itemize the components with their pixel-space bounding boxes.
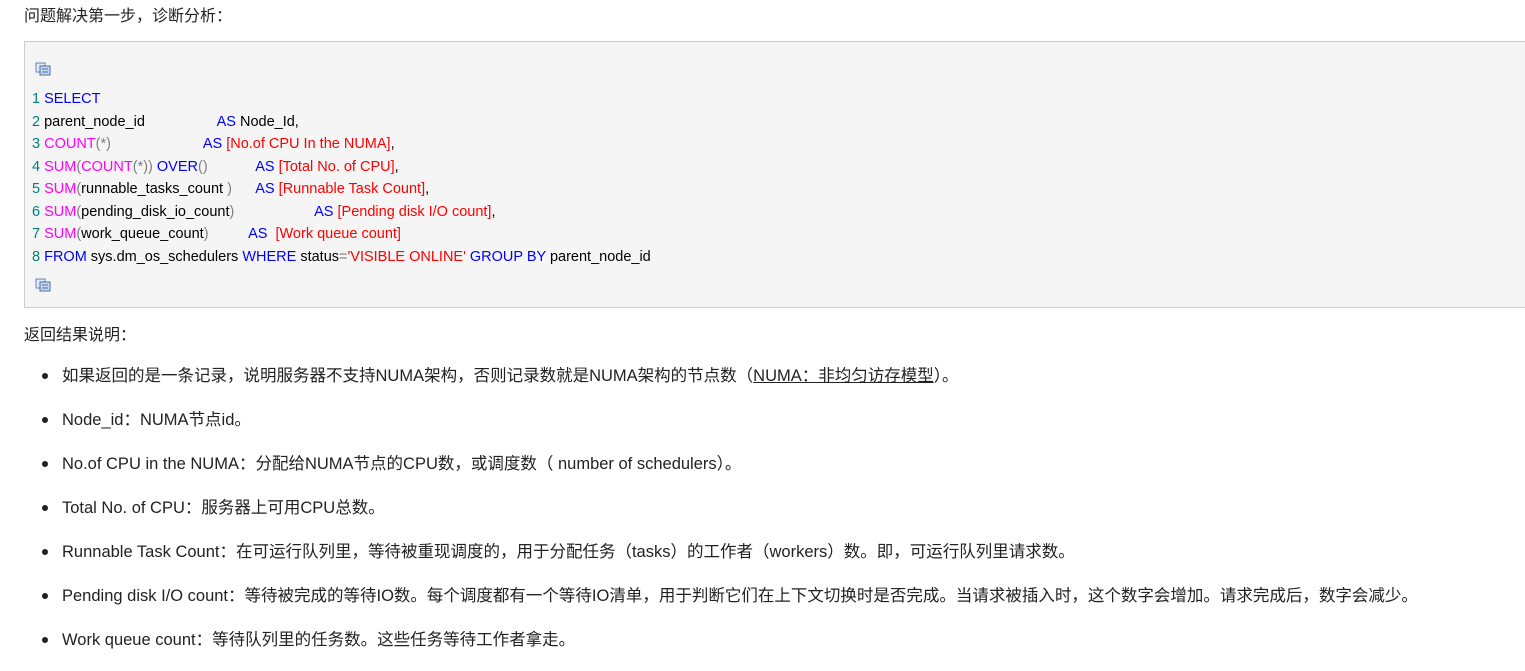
list-item-text: No.of CPU in the NUMA：分配给NUMA节点的CPU数，或调度… xyxy=(62,455,742,473)
code-token: runnable_tasks_count xyxy=(81,181,228,197)
code-token: Node_Id, xyxy=(235,113,299,130)
code-token: () xyxy=(198,158,208,175)
list-item-tail: ）。 xyxy=(933,367,959,385)
code-token: AS xyxy=(255,181,275,197)
code-token: SUM xyxy=(44,181,77,197)
list-item: Work queue count：等待队列里的任务数。这些任务等待工作者拿走。 xyxy=(40,627,1520,671)
code-line: 5 SUM(runnable_tasks_count ) AS [Runnabl… xyxy=(32,178,651,201)
code-token: SUM xyxy=(44,203,77,220)
list-item: 如果返回的是一条记录，说明服务器不支持NUMA架构，否则记录数就是NUMA架构的… xyxy=(40,363,1520,407)
code-block: 1 SELECT 2 parent_node_id AS Node_Id, 3 CO… xyxy=(24,41,1525,308)
code-line: 7 SUM(work_queue_count) AS [Work queue c… xyxy=(32,223,651,246)
numa-link[interactable]: NUMA：非均匀访存模型 xyxy=(753,367,934,385)
list-item-text: Node_id：NUMA节点id。 xyxy=(62,411,251,429)
code-token: OVER xyxy=(156,158,198,175)
results-list: 如果返回的是一条记录，说明服务器不支持NUMA架构，否则记录数就是NUMA架构的… xyxy=(40,363,1520,671)
code-line: 4 SUM(COUNT(*)) OVER() AS [Total No. of … xyxy=(32,156,651,179)
code-token: COUNT xyxy=(44,136,96,152)
bullet-dot-icon xyxy=(42,373,48,379)
results-title: 返回结果说明： xyxy=(24,327,137,344)
code-token: status xyxy=(296,248,340,265)
code-token: = xyxy=(339,248,348,265)
code-token: [Total No. of CPU] xyxy=(278,158,395,175)
code-token: AS xyxy=(216,113,236,130)
code-token: (*)) xyxy=(132,158,157,175)
code-token: [No.of CPU In the NUMA] xyxy=(226,136,391,152)
code-token: [Work queue count] xyxy=(275,226,401,242)
bullet-dot-icon xyxy=(42,593,48,599)
code-token: COUNT xyxy=(81,158,133,175)
code-line: 6 SUM(pending_disk_io_count) AS [Pending… xyxy=(32,201,651,224)
code-token: , xyxy=(425,181,430,197)
code-token: SUM xyxy=(44,226,77,242)
code-token: , xyxy=(390,136,395,152)
list-item: Pending disk I/O count：等待被完成的等待IO数。每个调度都… xyxy=(40,583,1520,627)
code-token: , xyxy=(394,158,399,175)
code-token: [Pending disk I/O count] xyxy=(337,203,492,220)
code-line: 3 COUNT(*) AS [No.of CPU In the NUMA], xyxy=(32,133,651,156)
code-listing: 1 SELECT 2 parent_node_id AS Node_Id, 3 CO… xyxy=(32,88,651,268)
copy-icon[interactable] xyxy=(35,62,51,76)
code-line: 8 FROM sys.dm_os_schedulers WHERE status… xyxy=(32,246,651,269)
list-item: Total No. of CPU：服务器上可用CPU总数。 xyxy=(40,495,1520,539)
code-token: AS xyxy=(248,226,268,242)
bullet-dot-icon xyxy=(42,505,48,511)
line-number: 5 xyxy=(32,181,45,197)
list-item-text: Pending disk I/O count：等待被完成的等待IO数。每个调度都… xyxy=(62,587,1418,605)
copy-icon[interactable] xyxy=(35,278,51,292)
code-token: , xyxy=(491,203,496,220)
intro-text: 问题解决第一步，诊断分析： xyxy=(24,8,233,25)
line-number: 4 xyxy=(32,158,45,175)
line-number: 3 xyxy=(32,136,45,152)
code-token: [Runnable Task Count] xyxy=(278,181,426,197)
bullet-dot-icon xyxy=(42,417,48,423)
code-line: 1 SELECT xyxy=(32,88,651,111)
list-item-text: Runnable Task Count：在可运行队列里，等待被重现调度的，用于分… xyxy=(62,543,1075,561)
line-number: 2 xyxy=(32,113,45,130)
code-token: parent_node_id xyxy=(44,113,217,130)
code-token: GROUP xyxy=(469,248,523,265)
list-item-text: Total No. of CPU：服务器上可用CPU总数。 xyxy=(62,499,385,517)
code-token: work_queue_count xyxy=(81,226,204,242)
code-line: 2 parent_node_id AS Node_Id, xyxy=(32,111,651,134)
list-item: Node_id：NUMA节点id。 xyxy=(40,407,1520,451)
code-token: (*) xyxy=(95,136,111,152)
code-token: SELECT xyxy=(44,91,101,107)
list-item-text: 如果返回的是一条记录，说明服务器不支持NUMA架构，否则记录数就是NUMA架构的… xyxy=(62,367,754,385)
line-number: 8 xyxy=(32,248,45,265)
bullet-dot-icon xyxy=(42,549,48,555)
list-item: Runnable Task Count：在可运行队列里，等待被重现调度的，用于分… xyxy=(40,539,1520,583)
line-number: 7 xyxy=(32,226,45,242)
bullet-dot-icon xyxy=(42,461,48,467)
code-token: BY xyxy=(526,248,546,265)
code-token: SUM xyxy=(44,158,77,175)
list-item: No.of CPU in the NUMA：分配给NUMA节点的CPU数，或调度… xyxy=(40,451,1520,495)
code-token: AS xyxy=(314,203,334,220)
bullet-dot-icon xyxy=(42,637,48,643)
code-token: sys.dm_os_schedulers xyxy=(86,248,243,265)
code-token: 'VISIBLE ONLINE' xyxy=(347,248,466,265)
code-token: FROM xyxy=(44,248,87,265)
code-token: WHERE xyxy=(242,248,297,265)
list-item-text: Work queue count：等待队列里的任务数。这些任务等待工作者拿走。 xyxy=(62,631,576,649)
code-token: pending_disk_io_count xyxy=(81,203,230,220)
code-token: parent_node_id xyxy=(545,248,651,265)
line-number: 6 xyxy=(32,203,45,220)
line-number: 1 xyxy=(32,91,45,107)
code-token: AS xyxy=(255,158,275,175)
code-token: AS xyxy=(202,136,223,152)
